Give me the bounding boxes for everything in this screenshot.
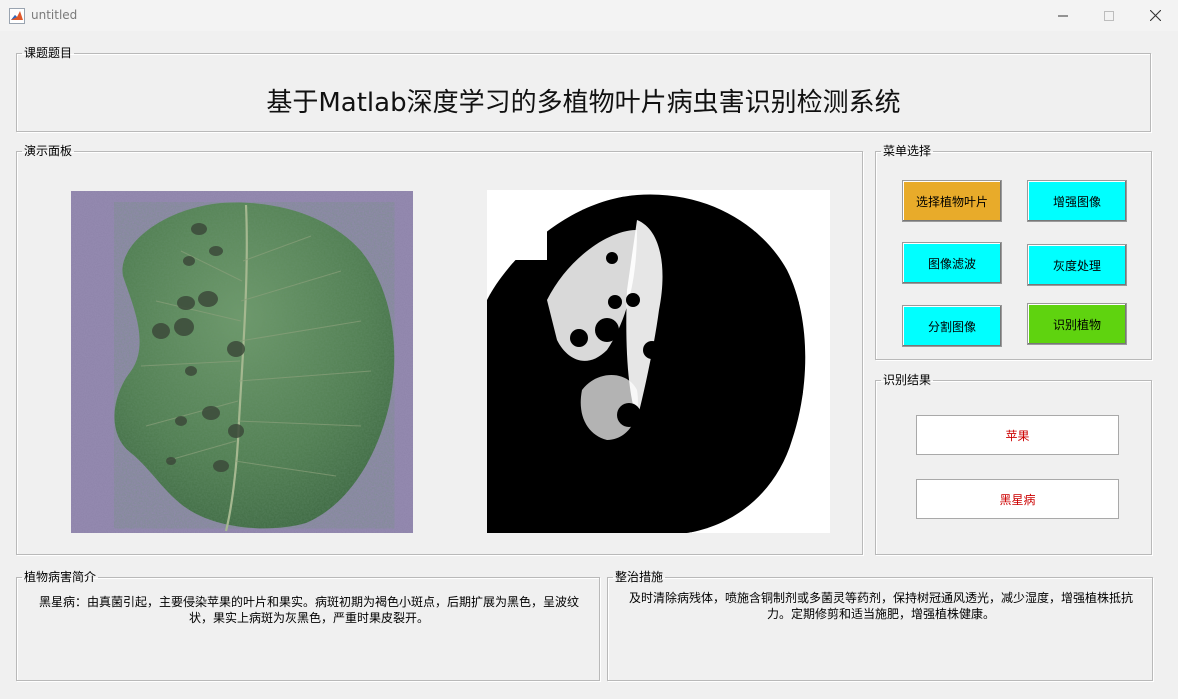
minimize-button[interactable]	[1040, 0, 1086, 31]
disease-intro-legend: 植物病害简介	[24, 570, 97, 584]
disease-intro-text: 黑星病：由真菌引起，主要侵染苹果的叶片和果实。病斑初期为褐色小斑点，后期扩展为黑…	[38, 595, 579, 625]
grayscale-button[interactable]: 灰度处理	[1027, 244, 1127, 286]
identify-plant-button[interactable]: 识别植物	[1027, 303, 1127, 345]
segmented-leaf-image	[487, 190, 830, 533]
topic-panel: 课题题目 基于Matlab深度学习的多植物叶片病虫害识别检测系统	[16, 46, 1151, 132]
menu-panel-legend: 菜单选择	[883, 144, 932, 158]
demo-panel: 演示面板	[16, 144, 863, 555]
maximize-icon	[1104, 10, 1114, 21]
minimize-icon	[1058, 15, 1068, 16]
image-filter-button[interactable]: 图像滤波	[902, 242, 1002, 284]
select-leaf-button[interactable]: 选择植物叶片	[902, 180, 1002, 222]
enhance-image-button[interactable]: 增强图像	[1027, 180, 1127, 222]
window-title: untitled	[31, 8, 78, 22]
disease-result-box: 黑星病	[916, 479, 1119, 519]
page-title: 基于Matlab深度学习的多植物叶片病虫害识别检测系统	[266, 88, 901, 118]
disease-intro-panel: 植物病害简介 黑星病：由真菌引起，主要侵染苹果的叶片和果实。病斑初期为褐色小斑点…	[16, 570, 600, 681]
maximize-button[interactable]	[1086, 0, 1132, 31]
close-icon	[1149, 10, 1161, 21]
topic-panel-legend: 课题题目	[24, 46, 73, 60]
treatment-text: 及时清除病残体，喷施含铜制剂或多菌灵等药剂，保持树冠通风透光，减少湿度，增强植株…	[628, 591, 1133, 621]
close-button[interactable]	[1132, 0, 1178, 31]
demo-panel-legend: 演示面板	[24, 144, 73, 158]
result-panel-legend: 识别结果	[883, 373, 932, 387]
treatment-panel: 整治措施 及时清除病残体，喷施含铜制剂或多菌灵等药剂，保持树冠通风透光，减少湿度…	[607, 570, 1153, 681]
menu-panel: 菜单选择 选择植物叶片 增强图像 图像滤波 灰度处理 分割图像 识别植物	[875, 144, 1152, 360]
plant-result-box: 苹果	[916, 415, 1119, 455]
matlab-logo-icon	[9, 8, 25, 24]
result-panel: 识别结果 苹果 黑星病	[875, 373, 1152, 555]
disease-result: 黑星病	[999, 492, 1036, 507]
segment-image-button[interactable]: 分割图像	[902, 305, 1002, 347]
window-titlebar: untitled	[0, 0, 1178, 31]
treatment-legend: 整治措施	[615, 570, 664, 584]
original-leaf-image	[71, 191, 413, 533]
plant-result: 苹果	[1005, 428, 1030, 443]
